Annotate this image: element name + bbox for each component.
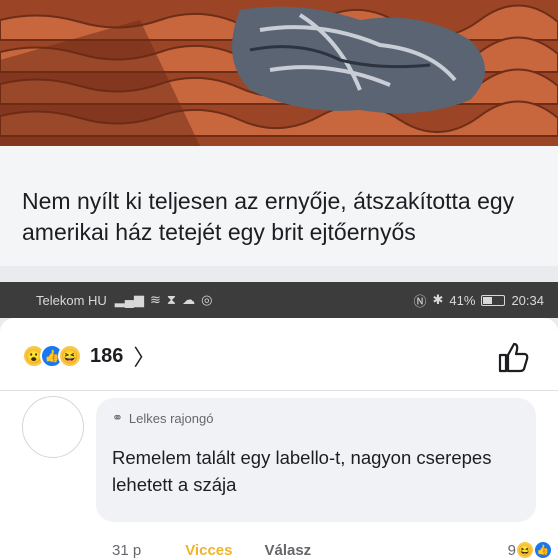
comment-reaction-count: 9 bbox=[507, 541, 516, 558]
comment-bubble[interactable]: ⚭ Lelkes rajongó Remelem talált egy labe… bbox=[96, 398, 536, 522]
divider bbox=[0, 390, 558, 391]
reaction-button[interactable]: Vicces bbox=[185, 542, 232, 558]
badge-label: Lelkes rajongó bbox=[128, 410, 214, 426]
like-icon: 👍 bbox=[534, 541, 552, 558]
clock-time: 20:34 bbox=[511, 292, 544, 308]
comment-time: 31 p bbox=[112, 541, 142, 558]
bluetooth-icon: ✱ bbox=[432, 292, 444, 307]
reaction-count: 186 bbox=[90, 344, 124, 367]
nfc-icon: Ⓝ bbox=[413, 293, 427, 309]
reactions-summary[interactable]: 😮 👍 😆 186 〉 bbox=[22, 340, 155, 372]
screenshot-page: Nem nyílt ki teljesen az ernyője, átszak… bbox=[0, 0, 558, 558]
haha-icon: 😆 bbox=[516, 541, 534, 558]
thumbs-up-icon[interactable] bbox=[496, 340, 530, 374]
battery-icon bbox=[481, 294, 506, 306]
news-headline[interactable]: Nem nyílt ki teljesen az ernyője, átszak… bbox=[22, 186, 542, 248]
wifi-icon: ≋ bbox=[150, 292, 161, 307]
chevron-right-icon: 〉 bbox=[133, 345, 156, 370]
battery-percent: 41% bbox=[449, 292, 476, 308]
instagram-icon: ◎ bbox=[201, 292, 213, 307]
comment-text: Remelem talált egy labello-t, nagyon cse… bbox=[112, 447, 492, 495]
hourglass-icon: ⧗ bbox=[166, 292, 177, 307]
cloud-icon: ☁ bbox=[182, 292, 196, 307]
phone-status-bar: Telekom HU ▂▄▆ ≋ ⧗ ☁ ◎ Ⓝ ✱ 41% 20:34 bbox=[0, 282, 558, 318]
badge-icon: ⚭ bbox=[112, 410, 123, 425]
signal-icon: ▂▄▆ bbox=[114, 292, 145, 307]
news-photo[interactable] bbox=[0, 0, 558, 146]
carrier-name: Telekom HU bbox=[36, 292, 107, 308]
comment-actions: 31 p Vicces Válasz 9 😆 👍 bbox=[112, 538, 552, 558]
reply-button[interactable]: Válasz bbox=[264, 542, 311, 558]
headline-card[interactable]: Nem nyílt ki teljesen az ernyője, átszak… bbox=[0, 146, 558, 266]
comments-panel: 😮 👍 😆 186 〉 ⚭ Lelkes rajongó Remelem tal… bbox=[0, 318, 558, 558]
avatar[interactable] bbox=[22, 396, 84, 458]
roof-image bbox=[0, 0, 558, 146]
comment-reaction-summary[interactable]: 9 😆 👍 bbox=[508, 541, 552, 558]
fan-badge: ⚭ Lelkes rajongó bbox=[112, 410, 520, 426]
haha-icon: 😆 bbox=[58, 344, 82, 368]
